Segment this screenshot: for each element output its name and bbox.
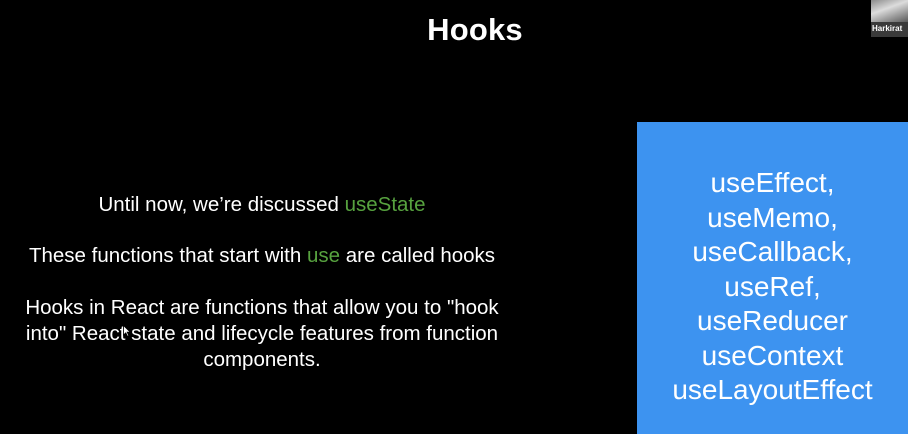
hook-item-usememo: useMemo, [707,201,838,233]
usestate-highlight: useState [344,193,426,216]
definition-text-end: are called hooks [340,244,496,267]
mouse-pointer-icon [123,325,131,337]
definition-text-start: These functions that start with [28,244,307,267]
use-prefix-highlight: use [306,244,341,267]
presenter-name-label: Harkirat [872,24,903,33]
hook-item-uselayouteffect: useLayoutEffect [672,374,873,405]
hooks-description-paragraph: Hooks in React are functions that allow … [0,295,524,373]
hook-item-useeffect: useEffect, [710,167,835,198]
presenter-video-tile[interactable]: Harkirat [871,0,908,37]
intro-text: Until now, we’re discussed [98,193,345,216]
description-row-1: Hooks in React are functions that allow … [25,296,499,319]
intro-line: Until now, we’re discussed useState [0,192,524,218]
hook-item-usereducer: useReducer [697,305,848,336]
slide-title: Hooks [427,12,523,47]
presentation-slide: Hooks Until now, we’re discussed useStat… [0,0,908,434]
presenter-video-feed [871,0,908,22]
hook-item-useref: useRef, [724,270,821,302]
description-row-3: components. [203,348,321,371]
hooks-list-box: useEffect, useMemo, useCallback, useRef,… [637,122,908,434]
hooks-definition-line: These functions that start with use are … [0,243,524,269]
description-row-2: into" React state and lifecycle features… [25,322,499,345]
hook-item-usecallback: useCallback, [692,236,853,267]
hooks-list: useEffect, useMemo, useCallback, useRef,… [637,166,908,408]
hook-item-usecontext: useContext [701,339,844,371]
